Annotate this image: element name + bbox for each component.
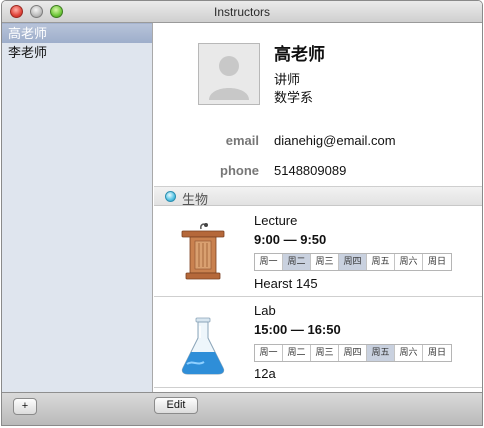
weekday-toggle[interactable]: 周二 (283, 254, 311, 270)
app-window: Instructors 高老师 李老师 高老师 讲师 数学系 email dia… (1, 0, 483, 426)
weekday-toggle[interactable]: 周四 (339, 254, 367, 270)
weekday-toggle[interactable]: 周日 (423, 345, 451, 361)
course-section-header: 生物 (154, 186, 482, 207)
course-room: 12a (254, 366, 276, 381)
weekday-toggle[interactable]: 周五 (367, 254, 395, 270)
email-value[interactable]: dianehig@email.com (274, 133, 396, 148)
instructor-role: 讲师 (274, 72, 301, 87)
phone-label: phone (220, 163, 259, 178)
instructor-name: 高老师 (274, 45, 325, 64)
weekday-toggle[interactable]: 周六 (395, 254, 423, 270)
weekday-toggle[interactable]: 周五 (367, 345, 395, 361)
course-time: 15:00 — 16:50 (254, 322, 341, 337)
course-row-lecture[interactable]: Lecture 9:00 — 9:50 周一 周二 周三 周四 周五 周六 周日… (154, 207, 482, 297)
weekday-toggle[interactable]: 周四 (339, 345, 367, 361)
weekday-toggle[interactable]: 周一 (255, 254, 283, 270)
section-color-dot-icon (165, 191, 176, 202)
course-type: Lecture (254, 213, 298, 228)
flask-icon (181, 317, 225, 375)
window-title: Instructors (213, 5, 270, 19)
avatar[interactable] (198, 43, 260, 105)
course-row-lab[interactable]: Lab 15:00 — 16:50 周一 周二 周三 周四 周五 周六 周日 1… (154, 298, 482, 388)
weekday-toggle[interactable]: 周日 (423, 254, 451, 270)
phone-value[interactable]: 5148809089 (274, 163, 346, 178)
weekday-toggle[interactable]: 周三 (311, 345, 339, 361)
edit-button[interactable]: Edit (154, 397, 198, 414)
podium-icon (181, 223, 225, 280)
course-time: 9:00 — 9:50 (254, 232, 327, 247)
course-room: Hearst 145 (254, 276, 318, 291)
sidebar-item-instructor[interactable]: 高老师 (2, 23, 152, 43)
section-title: 生物 (182, 192, 209, 207)
weekday-selector: 周一 周二 周三 周四 周五 周六 周日 (254, 253, 452, 271)
add-instructor-button[interactable]: + (13, 398, 37, 415)
email-label: email (225, 133, 259, 148)
course-type: Lab (254, 303, 276, 318)
bottom-toolbar: + Edit (2, 392, 482, 425)
instructor-detail: 高老师 讲师 数学系 email dianehig@email.com phon… (154, 23, 482, 392)
instructor-list: 高老师 李老师 (2, 23, 153, 392)
weekday-toggle[interactable]: 周六 (395, 345, 423, 361)
person-placeholder-icon (199, 44, 259, 104)
title-bar: Instructors (2, 1, 482, 23)
weekday-selector: 周一 周二 周三 周四 周五 周六 周日 (254, 344, 452, 362)
weekday-toggle[interactable]: 周二 (283, 345, 311, 361)
instructor-department: 数学系 (274, 90, 314, 105)
weekday-toggle[interactable]: 周三 (311, 254, 339, 270)
sidebar-item-instructor[interactable]: 李老师 (2, 43, 152, 63)
weekday-toggle[interactable]: 周一 (255, 345, 283, 361)
